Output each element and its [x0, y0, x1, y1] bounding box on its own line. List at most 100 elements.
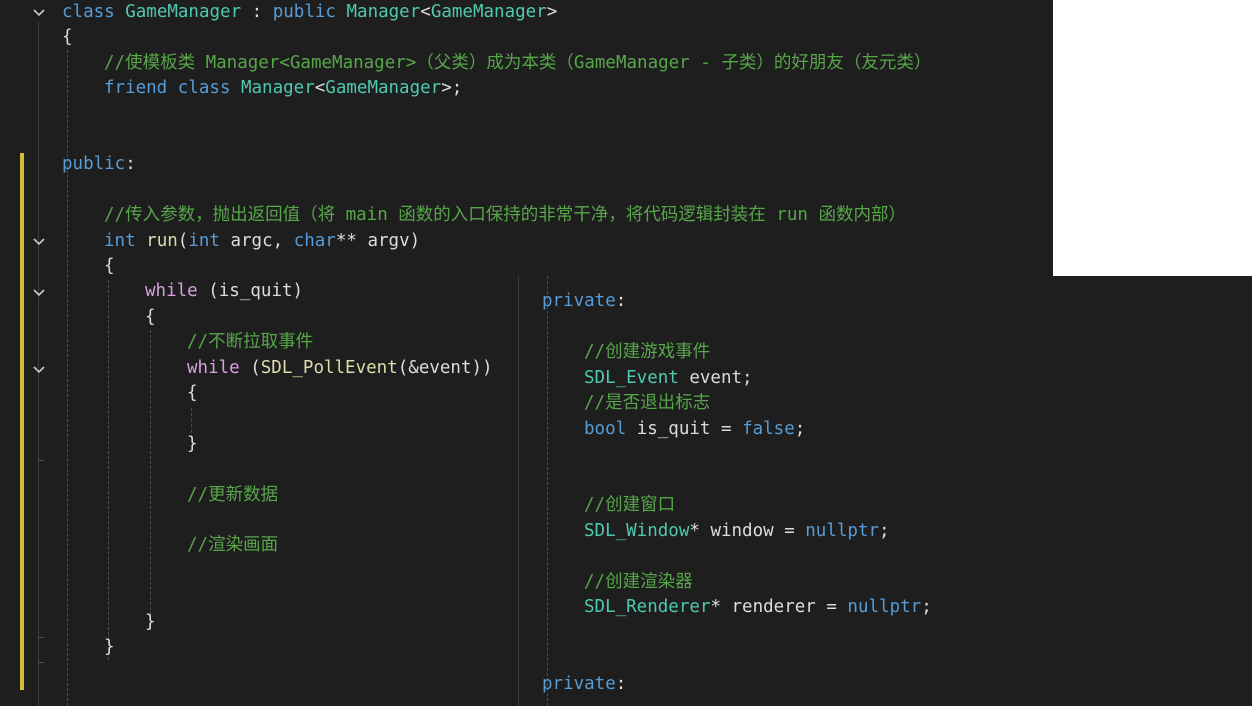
code-line[interactable]: //创建窗口: [584, 493, 675, 518]
code-token: //使模板类 Manager<GameManager>（父类）成为本类（Game…: [104, 52, 932, 73]
code-token: *: [710, 597, 732, 617]
code-token: }: [187, 433, 198, 454]
change-marker: [20, 153, 24, 690]
code-token: run: [146, 230, 178, 251]
code-line[interactable]: //传入参数，抛出返回值（将 main 函数的入口保持的非常干净，将代码逻辑封装…: [104, 203, 906, 228]
code-token: event: [689, 367, 743, 388]
chevron-down-icon[interactable]: [30, 284, 48, 302]
code-token: :: [125, 154, 136, 175]
indent-guide: [150, 330, 151, 630]
code-token: renderer: [731, 597, 816, 617]
code-token: int: [104, 230, 147, 251]
code-token: >: [546, 2, 558, 22]
code-token: *: [689, 520, 711, 541]
code-token: argv: [367, 230, 410, 251]
code-token: private: [542, 673, 616, 694]
code-token: window: [710, 520, 774, 541]
code-token: ;: [794, 418, 806, 439]
code-token: =: [815, 597, 848, 617]
code-token: =: [710, 418, 743, 439]
code-token: while: [145, 281, 209, 302]
code-token: Manager: [346, 2, 421, 22]
code-line[interactable]: private:: [542, 289, 626, 314]
code-token: event: [418, 357, 472, 378]
code-token: //创建窗口: [584, 495, 676, 515]
code-line[interactable]: {: [145, 305, 156, 330]
code-line[interactable]: while (is_quit): [145, 279, 303, 304]
code-line[interactable]: while (SDL_PollEvent(&event)): [187, 356, 493, 381]
code-token: is_quit: [636, 418, 711, 439]
code-line[interactable]: {: [187, 381, 198, 406]
code-line[interactable]: {: [104, 254, 115, 279]
code-line[interactable]: }: [104, 635, 115, 660]
code-line[interactable]: {: [62, 25, 73, 50]
code-line[interactable]: //使模板类 Manager<GameManager>（父类）成为本类（Game…: [104, 51, 931, 76]
code-token: //不断拉取事件: [187, 332, 314, 353]
code-line[interactable]: class GameManager : public Manager<GameM…: [62, 0, 557, 25]
code-token: SDL_Event: [584, 367, 690, 388]
chevron-down-icon[interactable]: [30, 361, 48, 379]
code-token: (: [208, 281, 219, 302]
code-line[interactable]: friend class Manager<GameManager>;: [104, 76, 462, 101]
code-token: GameManager: [430, 2, 547, 22]
code-line[interactable]: //是否退出标志: [584, 391, 710, 416]
code-line[interactable]: //渲染画面: [187, 533, 278, 558]
code-line[interactable]: private:: [542, 672, 626, 697]
code-token: =: [773, 520, 806, 541]
code-token: ): [292, 281, 304, 302]
code-token: //创建游戏事件: [584, 342, 711, 362]
code-token: //是否退出标志: [584, 393, 711, 413]
code-token: bool: [584, 418, 637, 439]
code-token: )): [471, 357, 493, 378]
code-token: argc: [230, 230, 273, 251]
code-token: SDL_Window: [584, 520, 690, 541]
code-line[interactable]: //不断拉取事件: [187, 330, 313, 355]
code-line[interactable]: //创建游戏事件: [584, 340, 710, 365]
code-line[interactable]: SDL_Renderer* renderer = nullptr;: [584, 595, 932, 620]
code-line[interactable]: SDL_Event event;: [584, 366, 753, 391]
code-token: GameManager: [125, 2, 242, 22]
code-token: {: [187, 383, 198, 403]
fold-end-tick: [38, 460, 44, 461]
chevron-down-icon[interactable]: [30, 233, 48, 251]
code-token: (: [250, 357, 261, 378]
indent-guide: [108, 280, 109, 660]
code-token: >;: [441, 78, 463, 99]
code-token: {: [145, 306, 156, 327]
code-token: ;: [921, 597, 932, 617]
code-token: nullptr: [805, 520, 880, 541]
code-line[interactable]: SDL_Window* window = nullptr;: [584, 519, 890, 544]
code-token: class: [177, 78, 241, 99]
code-line[interactable]: public:: [62, 152, 136, 177]
code-line[interactable]: }: [187, 432, 198, 457]
code-token: //创建渲染器: [584, 571, 693, 592]
code-token: public: [272, 2, 347, 22]
code-token: SDL_Renderer: [584, 597, 711, 617]
code-token: <: [420, 2, 431, 22]
code-token: nullptr: [847, 597, 922, 617]
code-token: **: [335, 230, 368, 251]
code-token: {: [104, 256, 115, 276]
code-token: (&: [397, 357, 419, 378]
code-token: //更新数据: [187, 484, 279, 505]
code-token: while: [187, 357, 251, 378]
fold-end-tick: [38, 662, 44, 663]
chevron-down-icon[interactable]: [30, 4, 48, 22]
fold-end-tick: [38, 637, 44, 638]
code-line[interactable]: //创建渲染器: [584, 570, 693, 595]
code-editor-secondary[interactable]: private://创建游戏事件 SDL_Event event;//是否退出标志…: [518, 276, 1252, 706]
code-line[interactable]: }: [145, 610, 156, 635]
code-token: <: [314, 78, 326, 99]
code-token: false: [742, 418, 795, 439]
code-token: friend: [104, 78, 178, 99]
indent-guide: [67, 50, 68, 706]
code-token: int: [188, 230, 231, 251]
code-line[interactable]: bool is_quit = false;: [584, 417, 805, 442]
code-token: public: [62, 154, 126, 175]
code-line[interactable]: //更新数据: [187, 483, 278, 508]
code-token: }: [145, 611, 156, 632]
code-token: {: [62, 27, 73, 48]
code-line[interactable]: int run(int argc, char** argv): [104, 229, 420, 254]
code-token: class: [62, 2, 126, 22]
code-token: :: [241, 2, 273, 22]
